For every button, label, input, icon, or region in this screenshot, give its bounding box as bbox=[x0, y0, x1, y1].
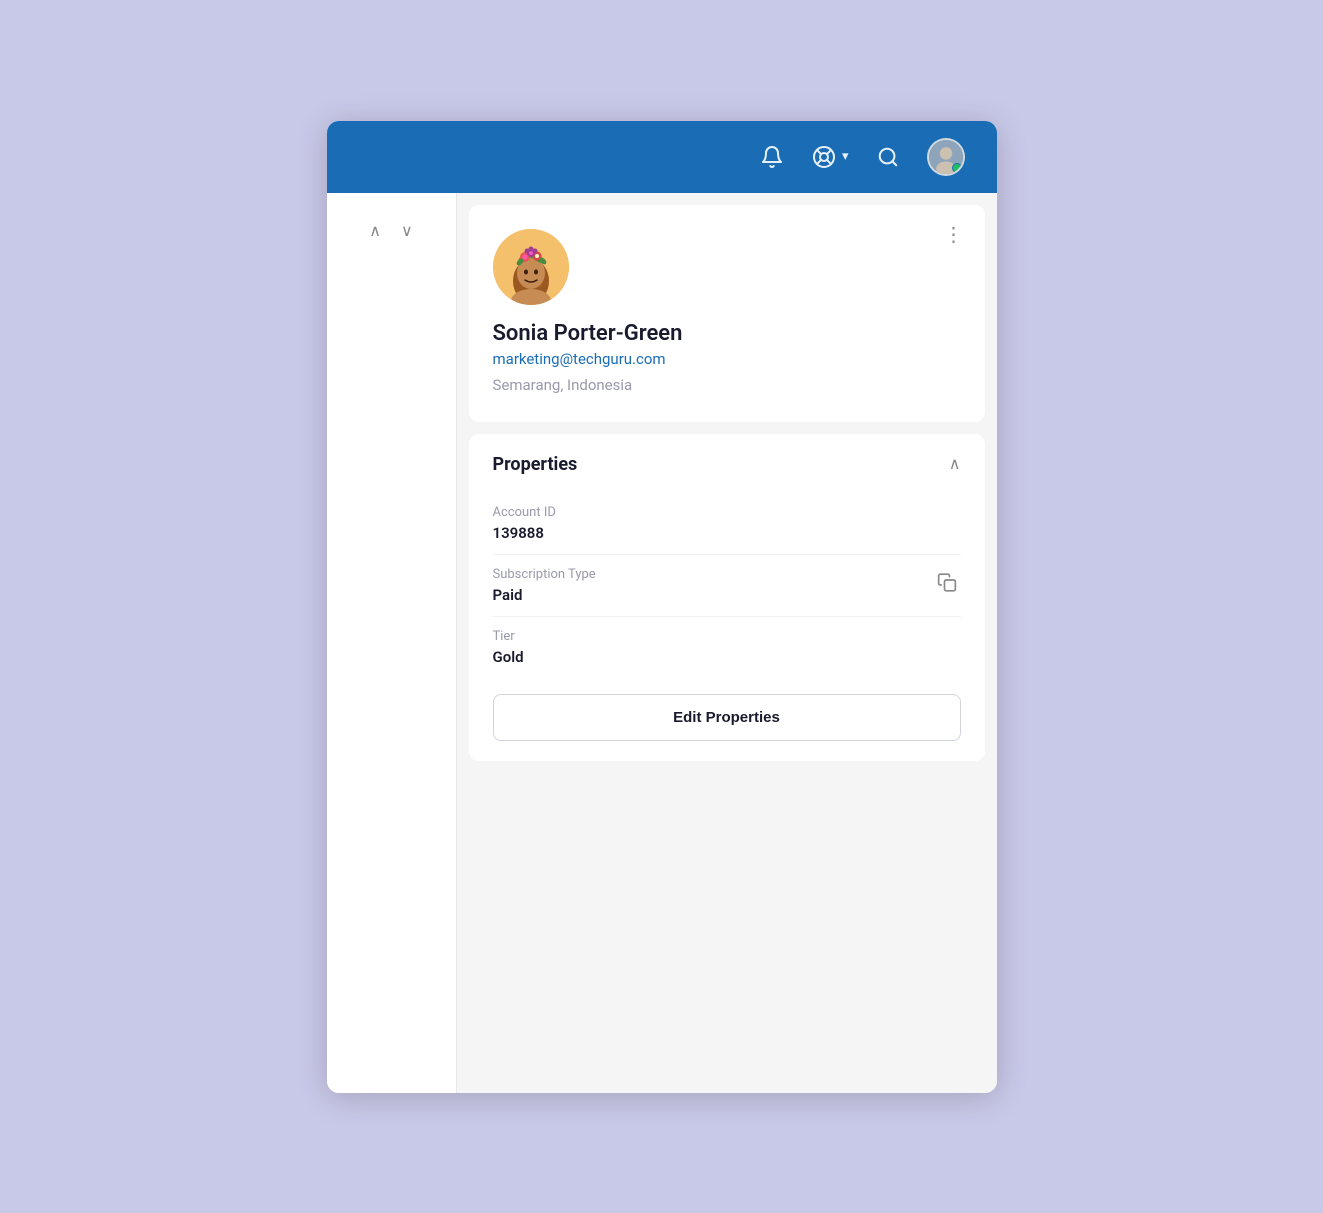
collapse-properties-btn[interactable]: ∧ bbox=[949, 454, 961, 474]
left-sidebar: ∧ ∨ bbox=[327, 193, 457, 1093]
profile-avatar bbox=[493, 229, 569, 305]
subscription-type-row: Subscription Type Paid bbox=[493, 555, 961, 617]
online-status-dot bbox=[952, 163, 962, 173]
app-window: ▾ ∧ bbox=[327, 121, 997, 1093]
account-id-row: Account ID 139888 bbox=[493, 493, 961, 555]
three-dot-menu-btn[interactable]: ⋮ bbox=[944, 225, 965, 245]
account-id-label: Account ID bbox=[493, 505, 961, 520]
main-layout: ∧ ∨ bbox=[327, 193, 997, 1093]
profile-avatar-wrap bbox=[493, 229, 961, 305]
bottom-area bbox=[469, 773, 985, 853]
properties-title: Properties bbox=[493, 454, 578, 475]
profile-email[interactable]: marketing@techguru.com bbox=[493, 350, 961, 368]
search-icon-btn[interactable] bbox=[877, 146, 899, 168]
profile-name: Sonia Porter-Green bbox=[493, 321, 961, 346]
edit-properties-btn[interactable]: Edit Properties bbox=[493, 694, 961, 741]
account-id-value: 139888 bbox=[493, 524, 961, 542]
profile-card: ⋮ Sonia Porter-Green marketing@techguru.… bbox=[469, 205, 985, 422]
properties-header: Properties ∧ bbox=[493, 454, 961, 475]
avatar-image bbox=[493, 229, 569, 305]
help-dropdown-arrow: ▾ bbox=[842, 149, 849, 164]
tier-label: Tier bbox=[493, 629, 961, 644]
right-content: ⋮ Sonia Porter-Green marketing@techguru.… bbox=[457, 193, 997, 1093]
subscription-type-value: Paid bbox=[493, 586, 961, 604]
help-icon-btn[interactable]: ▾ bbox=[812, 145, 849, 169]
nav-arrows: ∧ ∨ bbox=[363, 209, 418, 245]
copy-subscription-btn[interactable] bbox=[933, 569, 961, 602]
bell-icon-btn[interactable] bbox=[760, 145, 784, 169]
subscription-type-label: Subscription Type bbox=[493, 567, 961, 582]
up-arrow-btn[interactable]: ∧ bbox=[363, 217, 387, 245]
down-arrow-btn[interactable]: ∨ bbox=[395, 217, 419, 245]
user-avatar-nav[interactable] bbox=[927, 138, 965, 176]
properties-card: Properties ∧ Account ID 139888 Subscript… bbox=[469, 434, 985, 761]
profile-location: Semarang, Indonesia bbox=[493, 376, 961, 394]
top-nav: ▾ bbox=[327, 121, 997, 193]
tier-row: Tier Gold bbox=[493, 617, 961, 678]
tier-value: Gold bbox=[493, 648, 961, 666]
